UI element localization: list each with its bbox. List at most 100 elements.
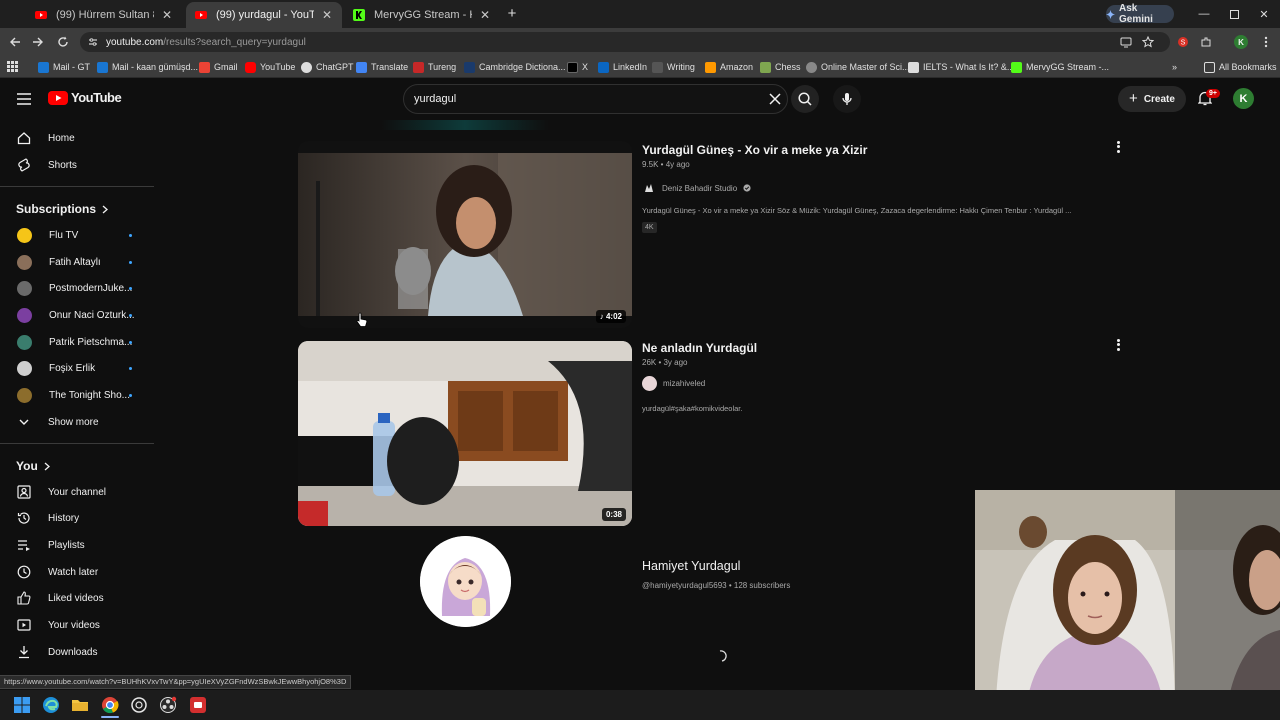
bookmark-writing[interactable]: Writing bbox=[652, 59, 695, 75]
you-header[interactable]: You bbox=[16, 459, 50, 473]
reload-icon[interactable] bbox=[55, 34, 71, 50]
voice-search-button[interactable] bbox=[833, 85, 861, 113]
new-content-dot bbox=[129, 367, 132, 370]
hamburger-menu-icon[interactable] bbox=[17, 93, 31, 105]
bookmark-tureng[interactable]: Tureng bbox=[413, 59, 456, 75]
subscription-patrik-pietschmann[interactable]: Patrik Pietschma... bbox=[0, 329, 150, 355]
clear-search-icon[interactable] bbox=[769, 93, 781, 105]
sidebar-item-shorts[interactable]: Shorts bbox=[0, 152, 150, 178]
subscription-flu-tv[interactable]: Flu TV bbox=[0, 222, 150, 248]
video-title[interactable]: Yurdagül Güneş - Xo vir a meke ya Xizir bbox=[642, 143, 867, 157]
bookmark-chatgpt[interactable]: ChatGPT bbox=[301, 59, 354, 75]
show-more-button[interactable]: Show more bbox=[0, 409, 150, 435]
bookmark-amazon[interactable]: Amazon bbox=[705, 59, 753, 75]
address-bar[interactable]: youtube.com/results?search_query=yurdagu… bbox=[80, 32, 1170, 52]
bookmark-mervygg[interactable]: MervyGG Stream -... bbox=[1011, 59, 1109, 75]
video-channel[interactable]: mizahiveled bbox=[642, 376, 705, 391]
bookmark-x[interactable]: X bbox=[567, 59, 588, 75]
amazon-icon bbox=[705, 61, 716, 73]
new-content-dot bbox=[129, 394, 132, 397]
close-tab-icon[interactable]: ✕ bbox=[478, 8, 492, 22]
home-icon bbox=[17, 131, 31, 145]
bookmark-star-icon[interactable] bbox=[1140, 34, 1156, 50]
subscription-postmodern-jukebox[interactable]: PostmodernJuke... bbox=[0, 275, 150, 301]
channel-avatar-large[interactable] bbox=[420, 536, 511, 627]
ask-gemini-button[interactable]: Ask Gemini bbox=[1106, 3, 1174, 25]
browser-tab-hurrem[interactable]: (99) Hürrem Sultan 8. Bölüm (Fi ✕ bbox=[26, 2, 182, 28]
more-bookmarks-chevron-icon[interactable]: » bbox=[1172, 59, 1177, 75]
video-title[interactable]: Ne anladın Yurdagül bbox=[642, 341, 757, 355]
chrome-profile-avatar[interactable]: K bbox=[1234, 35, 1248, 49]
chatgpt-taskbar-icon[interactable] bbox=[130, 696, 148, 714]
extension-icon[interactable]: S bbox=[1175, 34, 1191, 50]
sidebar-item-liked-videos[interactable]: Liked videos bbox=[0, 585, 150, 611]
sidebar-item-watch-later[interactable]: Watch later bbox=[0, 559, 150, 585]
video-channel[interactable]: Deniz Bahadir Studio bbox=[642, 181, 751, 195]
bookmark-ielts[interactable]: IELTS - What Is It? &... bbox=[908, 59, 1014, 75]
channel-name-large[interactable]: Hamiyet Yurdagul bbox=[642, 559, 740, 573]
channel-avatar bbox=[17, 334, 32, 350]
minimize-window-icon[interactable]: — bbox=[1196, 6, 1212, 22]
sidebar-item-history[interactable]: History bbox=[0, 505, 150, 531]
youtube-search-input[interactable]: yurdagul bbox=[403, 84, 788, 114]
previous-result-thumbnail-edge[interactable] bbox=[298, 120, 632, 130]
all-bookmarks-label: All Bookmarks bbox=[1219, 62, 1277, 72]
subscription-fatih-altayli[interactable]: Fatih Altaylı bbox=[0, 249, 150, 275]
youtube-icon bbox=[245, 61, 256, 73]
subscription-label: Flu TV bbox=[49, 229, 79, 241]
subscription-onur-naci-ozturk[interactable]: Onur Naci Ozturk... bbox=[0, 302, 150, 328]
back-arrow-icon[interactable] bbox=[7, 34, 23, 50]
bookmark-cambridge[interactable]: Cambridge Dictiona... bbox=[464, 59, 566, 75]
sidebar-item-your-channel[interactable]: Your channel bbox=[0, 479, 150, 505]
extensions-puzzle-icon[interactable] bbox=[1198, 34, 1214, 50]
youtube-favicon-icon bbox=[34, 8, 48, 22]
account-avatar[interactable]: K bbox=[1233, 88, 1254, 109]
sidebar-item-downloads[interactable]: Downloads bbox=[0, 639, 150, 665]
youtube-logo[interactable]: YouTube bbox=[48, 90, 122, 105]
sidebar-item-home[interactable]: Home bbox=[0, 125, 150, 151]
video-thumbnail[interactable]: 0:38 bbox=[298, 341, 632, 526]
bookmark-linkedin[interactable]: LinkedIn bbox=[598, 59, 647, 75]
video-thumbnail[interactable]: ♪ 4:02 bbox=[298, 141, 632, 328]
sidebar-item-your-videos[interactable]: Your videos bbox=[0, 612, 150, 638]
subscription-tonight-show[interactable]: The Tonight Sho... bbox=[0, 382, 150, 408]
all-bookmarks-button[interactable]: All Bookmarks bbox=[1204, 59, 1277, 75]
edge-browser-icon[interactable] bbox=[42, 696, 60, 714]
maximize-window-icon[interactable] bbox=[1226, 6, 1242, 22]
bookmark-mail-gt[interactable]: Mail - GT bbox=[38, 59, 90, 75]
bookmark-translate[interactable]: Translate bbox=[356, 59, 408, 75]
sidebar-item-playlists[interactable]: Playlists bbox=[0, 532, 150, 558]
cast-icon[interactable] bbox=[1118, 34, 1134, 50]
video-description: yurdagül#şaka#komikvideolar. bbox=[642, 404, 743, 413]
bookmark-gmail[interactable]: Gmail bbox=[199, 59, 238, 75]
new-tab-button[interactable]: + bbox=[504, 6, 520, 22]
browser-tab-yurdagul[interactable]: (99) yurdagul - YouTube ✕ bbox=[186, 2, 342, 28]
windows-start-icon[interactable] bbox=[13, 696, 31, 714]
video-action-menu-icon[interactable] bbox=[1113, 140, 1123, 154]
close-tab-icon[interactable]: ✕ bbox=[320, 8, 334, 22]
chrome-menu-icon[interactable] bbox=[1258, 34, 1274, 50]
webcam-overlay bbox=[975, 490, 1280, 720]
bookmark-mail-kaan[interactable]: Mail - kaan gümüşd... bbox=[97, 59, 198, 75]
bookmark-online-master[interactable]: Online Master of Sci... bbox=[806, 59, 910, 75]
browser-tab-kick[interactable]: MervyGG Stream - Kick Dashbo ✕ bbox=[344, 2, 500, 28]
sidebar-item-label: History bbox=[48, 512, 80, 524]
create-button[interactable]: + Create bbox=[1118, 86, 1186, 112]
bookmark-youtube[interactable]: YouTube bbox=[245, 59, 295, 75]
close-tab-icon[interactable]: ✕ bbox=[160, 8, 174, 22]
bookmark-chess[interactable]: Chess bbox=[760, 59, 801, 75]
close-window-icon[interactable]: ✕ bbox=[1256, 6, 1272, 22]
subscription-fosix-erlik[interactable]: Foşix Erlik bbox=[0, 355, 150, 381]
subscriptions-header[interactable]: Subscriptions bbox=[16, 202, 109, 216]
channel-meta: @hamiyetyurdagul5693 • 128 subscribers bbox=[642, 581, 791, 590]
file-explorer-icon[interactable] bbox=[71, 696, 89, 714]
apps-grid-icon[interactable] bbox=[7, 61, 18, 72]
chrome-taskbar-icon[interactable] bbox=[101, 696, 119, 714]
obs-taskbar-icon[interactable] bbox=[159, 696, 177, 714]
site-info-icon[interactable] bbox=[88, 37, 98, 47]
video-action-menu-icon[interactable] bbox=[1113, 338, 1123, 352]
search-button[interactable] bbox=[791, 85, 819, 113]
cambridge-icon bbox=[464, 61, 475, 73]
forward-arrow-icon[interactable] bbox=[30, 34, 46, 50]
recording-app-taskbar-icon[interactable] bbox=[189, 696, 207, 714]
